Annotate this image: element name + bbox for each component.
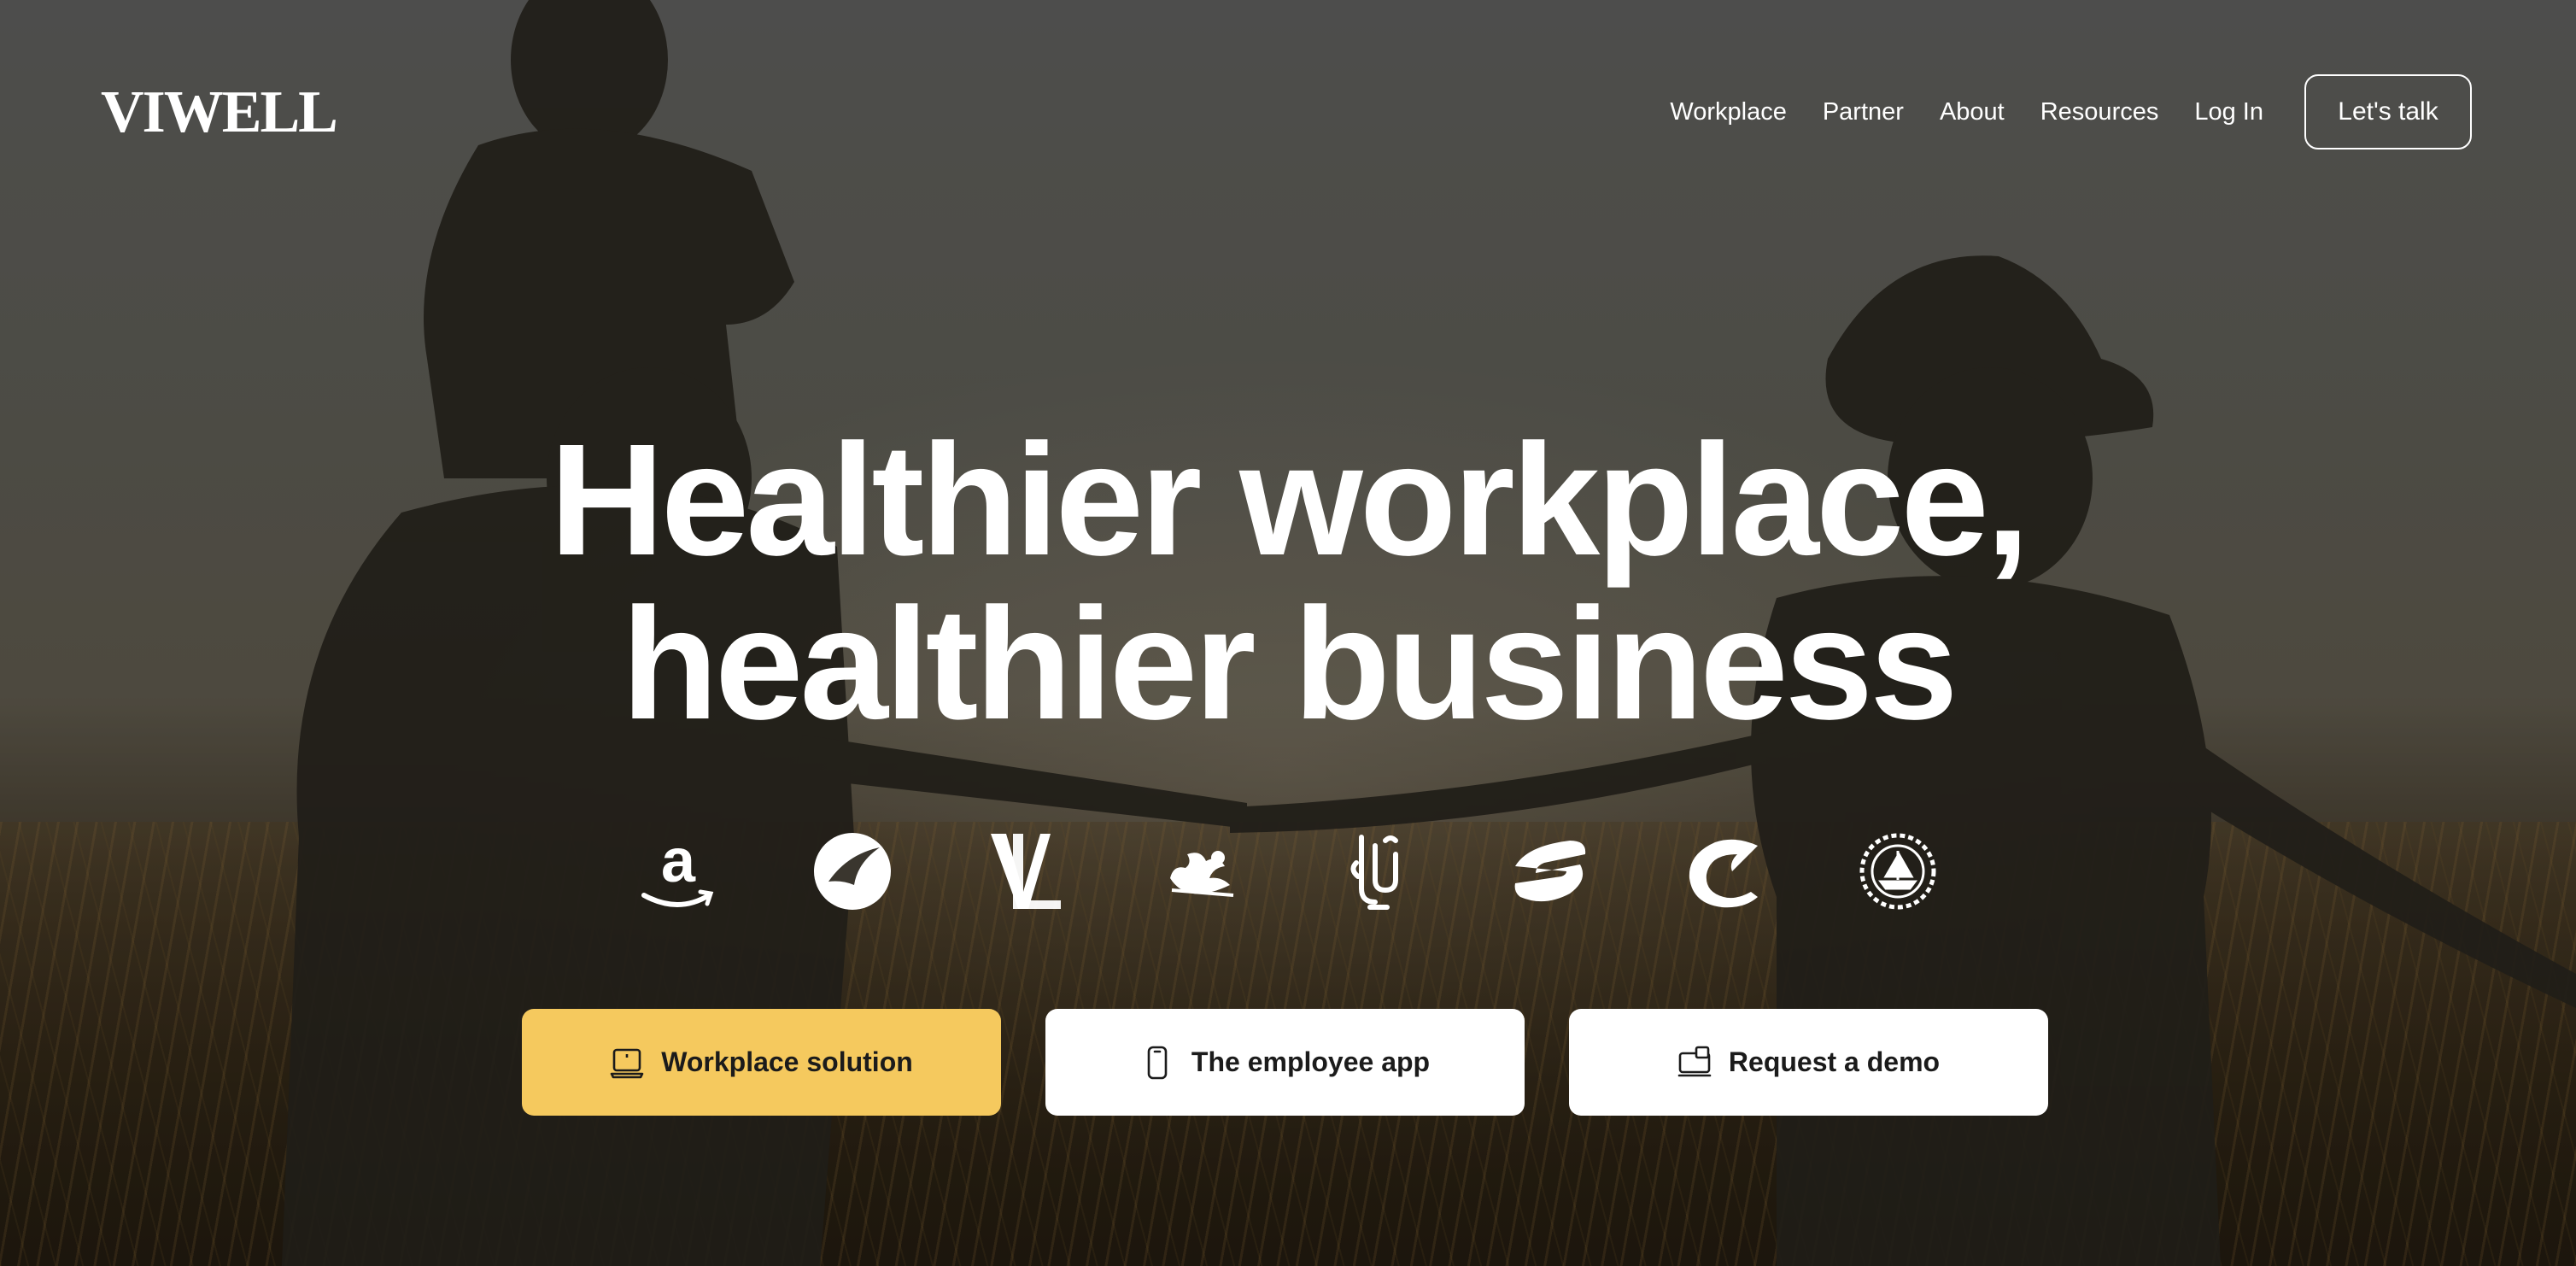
nav-item-workplace[interactable]: Workplace (1670, 98, 1786, 126)
svg-text:a: a (661, 829, 696, 895)
demo-screen-icon (1677, 1045, 1712, 1081)
main-navigation: Workplace Partner About Resources Log In… (1634, 73, 2472, 150)
client-logos-row: a (0, 829, 2576, 914)
emblem-logo (1859, 829, 1937, 914)
employee-app-label: The employee app (1191, 1046, 1431, 1077)
request-demo-button[interactable]: Request a demo (1569, 1009, 2048, 1116)
employee-app-button[interactable]: The employee app (1045, 1009, 1525, 1116)
hero-actions: Workplace solution The employee app Requ… (522, 1009, 2048, 1116)
hero-heading-line-1: Healthier workplace, (549, 412, 2029, 589)
etihad-c-logo (1684, 829, 1763, 914)
brand-name: VIWELL (101, 82, 337, 140)
viwell-logo[interactable]: VIWELL (101, 79, 350, 145)
phone-icon (1140, 1045, 1174, 1081)
nav-item-login[interactable]: Log In (2194, 98, 2263, 126)
hero-heading-line-2: healthier business (621, 576, 1958, 753)
workplace-solution-button[interactable]: Workplace solution (522, 1009, 1001, 1116)
laptop-icon (610, 1045, 644, 1081)
nav-item-resources[interactable]: Resources (2040, 98, 2159, 126)
hero-heading: Healthier workplace, healthier business (0, 419, 2576, 747)
workplace-solution-label: Workplace solution (661, 1046, 913, 1077)
nestle-logo (1162, 829, 1240, 914)
lets-talk-button[interactable]: Let's talk (2304, 74, 2472, 149)
turkish-airlines-logo (813, 829, 892, 914)
landing-page: VIWELL Workplace Partner About Resources… (0, 0, 2576, 1266)
louis-vuitton-logo (987, 829, 1066, 914)
nav-item-about[interactable]: About (1940, 98, 2005, 126)
etisalat-logo (1510, 829, 1589, 914)
nav-item-partner[interactable]: Partner (1823, 98, 1904, 126)
amazon-logo: a (639, 829, 717, 914)
request-demo-label: Request a demo (1728, 1046, 1941, 1077)
emirates-logo (1336, 829, 1414, 914)
